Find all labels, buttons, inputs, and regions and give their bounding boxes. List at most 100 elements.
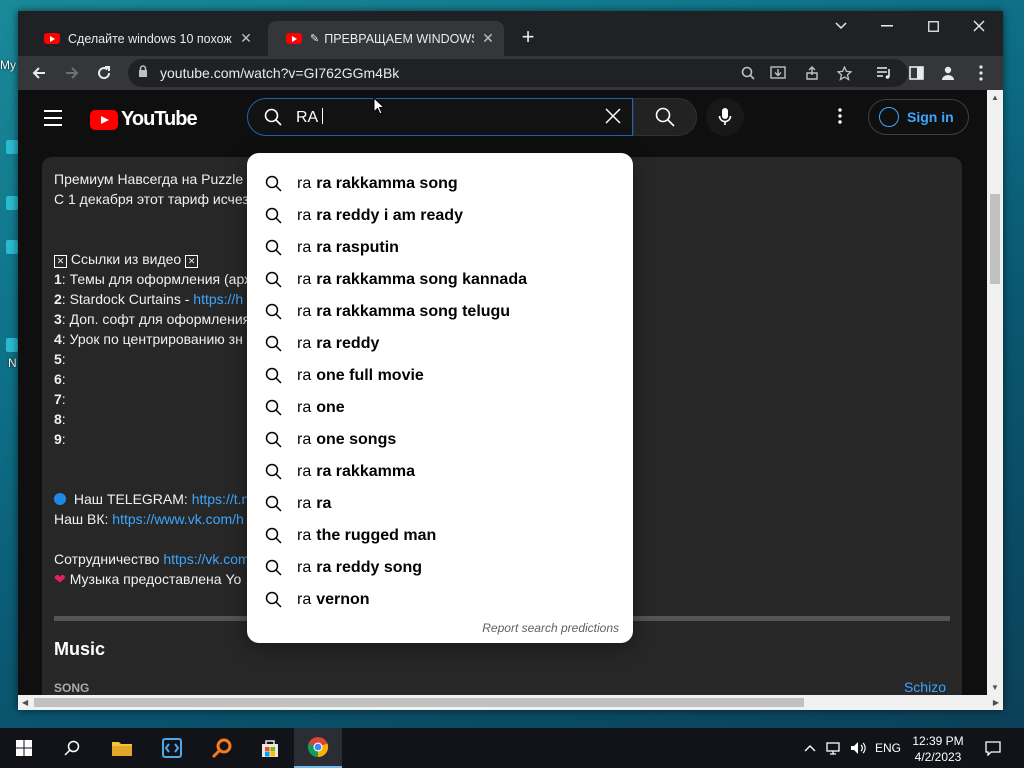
lock-icon[interactable]: [138, 65, 148, 81]
tab-title: ПРЕВРАЩАЕМ WINDOWS 10: [324, 31, 474, 46]
side-panel-icon[interactable]: [903, 60, 929, 86]
maximize-button[interactable]: [910, 11, 956, 41]
description-line: [54, 449, 251, 469]
tab-active[interactable]: ✎ ПРЕВРАЩАЕМ WINDOWS 10 ✕: [268, 21, 504, 56]
desktop-icon-3[interactable]: [6, 240, 18, 254]
tab-close-icon[interactable]: ✕: [238, 30, 254, 47]
desktop-icon-2[interactable]: [6, 196, 18, 210]
sign-in-button[interactable]: Sign in: [868, 99, 969, 135]
bookmark-star-icon[interactable]: [834, 63, 854, 83]
system-clock[interactable]: 12:39 PM 4/2/2023: [906, 733, 970, 765]
new-tab-button[interactable]: +: [516, 25, 540, 49]
reload-button[interactable]: [91, 60, 117, 86]
suggestion-item[interactable]: ra ra reddy song: [247, 552, 633, 584]
suggestion-item[interactable]: ra the rugged man: [247, 520, 633, 552]
tray-overflow-icon[interactable]: [800, 728, 820, 768]
search-icon: [264, 108, 282, 126]
search-icon: [265, 207, 282, 224]
file-explorer-button[interactable]: [98, 728, 146, 768]
description-line: 5:: [54, 351, 66, 367]
youtube-page: YouTube RA Sign in Премиум Навсегда на P…: [18, 90, 987, 695]
search-input[interactable]: RA: [247, 98, 633, 136]
share-icon[interactable]: [802, 63, 822, 83]
description-line: Премиум Навсегда на Puzzle: [54, 171, 244, 187]
profile-icon[interactable]: [935, 60, 961, 86]
search-icon: [265, 591, 282, 608]
back-button[interactable]: [26, 60, 52, 86]
youtube-logo[interactable]: YouTube: [90, 108, 198, 131]
vk-link[interactable]: https://www.vk.com/h: [112, 511, 243, 527]
menu-icon[interactable]: [44, 110, 62, 131]
clear-search-icon[interactable]: [604, 105, 622, 131]
clock-time: 12:39 PM: [912, 734, 964, 748]
store-icon: [262, 740, 278, 757]
close-window-button[interactable]: [956, 11, 1002, 41]
suggestion-item[interactable]: ra one songs: [247, 424, 633, 456]
desktop-icon-4[interactable]: [6, 338, 18, 352]
suggestion-item[interactable]: ra ra rasputin: [247, 232, 633, 264]
song-link[interactable]: Schizo: [904, 679, 946, 695]
search-icon: [64, 740, 80, 756]
suggestion-item[interactable]: ra ra reddy: [247, 328, 633, 360]
suggestion-item[interactable]: ra ra rakkamma song: [247, 168, 633, 200]
suggestion-item[interactable]: ra one: [247, 392, 633, 424]
forward-button[interactable]: [59, 60, 85, 86]
scrollbar-thumb[interactable]: [990, 194, 1000, 284]
tab-inactive[interactable]: Сделайте windows 10 похожей ✕: [26, 21, 262, 56]
volume-icon[interactable]: [848, 728, 870, 768]
horizontal-scrollbar[interactable]: ◀ ▶: [18, 695, 1003, 710]
media-playlist-icon[interactable]: [871, 60, 897, 86]
suggestion-item[interactable]: ra ra reddy i am ready: [247, 200, 633, 232]
cooperation-link[interactable]: https://vk.com: [163, 551, 249, 567]
chrome-menu-icon[interactable]: [968, 60, 994, 86]
taskbar-search-button[interactable]: [48, 728, 96, 768]
tab-close-icon[interactable]: ✕: [480, 30, 496, 47]
description-line: [54, 529, 251, 549]
scroll-right-arrow-icon[interactable]: ▶: [993, 695, 999, 710]
scroll-left-arrow-icon[interactable]: ◀: [22, 695, 28, 710]
desktop-label-my[interactable]: My: [0, 58, 16, 72]
search-app-button[interactable]: [198, 728, 246, 768]
scroll-up-arrow-icon[interactable]: ▲: [987, 93, 1003, 102]
start-button[interactable]: [0, 728, 48, 768]
suggestion-item[interactable]: ra ra rakkamma song telugu: [247, 296, 633, 328]
cross-box-icon: ✕: [54, 255, 67, 268]
search-button[interactable]: [633, 98, 697, 136]
desktop-icon-1[interactable]: [6, 140, 18, 154]
network-icon[interactable]: [824, 728, 846, 768]
minimize-button[interactable]: [864, 11, 910, 41]
search-suggestions-dropdown: ra ra rakkamma song ra ra reddy i am ready…: [247, 153, 633, 643]
description-line: Наш ВК: https://www.vk.com/h: [54, 511, 244, 527]
suggestion-item[interactable]: ra vernon: [247, 584, 633, 616]
scroll-down-arrow-icon[interactable]: ▼: [987, 683, 1003, 692]
description-link[interactable]: https://h: [193, 291, 243, 307]
song-label: SONG: [54, 681, 90, 695]
report-predictions-link[interactable]: Report search predictions: [482, 621, 619, 635]
search-icon: [655, 107, 675, 127]
settings-more-icon[interactable]: [830, 108, 850, 128]
url-text[interactable]: youtube.com/watch?v=GI762GGm4Bk: [160, 65, 399, 81]
address-bar[interactable]: youtube.com/watch?v=GI762GGm4Bk: [128, 59, 908, 87]
suggestion-item[interactable]: ra ra rakkamma: [247, 456, 633, 488]
suggestion-item[interactable]: ra ra rakkamma song kannada: [247, 264, 633, 296]
search-query-text[interactable]: RA: [296, 108, 323, 127]
telegram-link[interactable]: https://t.n: [192, 491, 250, 507]
store-button[interactable]: [246, 728, 294, 768]
youtube-logo-text: YouTube: [121, 108, 198, 130]
suggestion-item[interactable]: ra ra: [247, 488, 633, 520]
scrollbar-thumb[interactable]: [34, 698, 804, 707]
dev-app-button[interactable]: [148, 728, 196, 768]
voice-search-button[interactable]: [706, 98, 744, 136]
search-icon: [265, 335, 282, 352]
language-indicator[interactable]: ENG: [872, 728, 904, 768]
mouse-cursor-icon: [373, 97, 385, 115]
vertical-scrollbar[interactable]: ▲ ▼: [987, 90, 1003, 695]
description-line: [54, 229, 251, 249]
tab-search-icon[interactable]: [818, 11, 864, 41]
notification-center-icon[interactable]: [978, 728, 1008, 768]
zoom-search-icon[interactable]: [738, 63, 758, 83]
suggestion-item[interactable]: ra one full movie: [247, 360, 633, 392]
chrome-taskbar-button[interactable]: [294, 728, 342, 768]
desktop-label-n[interactable]: N: [8, 356, 17, 370]
install-app-icon[interactable]: [768, 63, 788, 83]
